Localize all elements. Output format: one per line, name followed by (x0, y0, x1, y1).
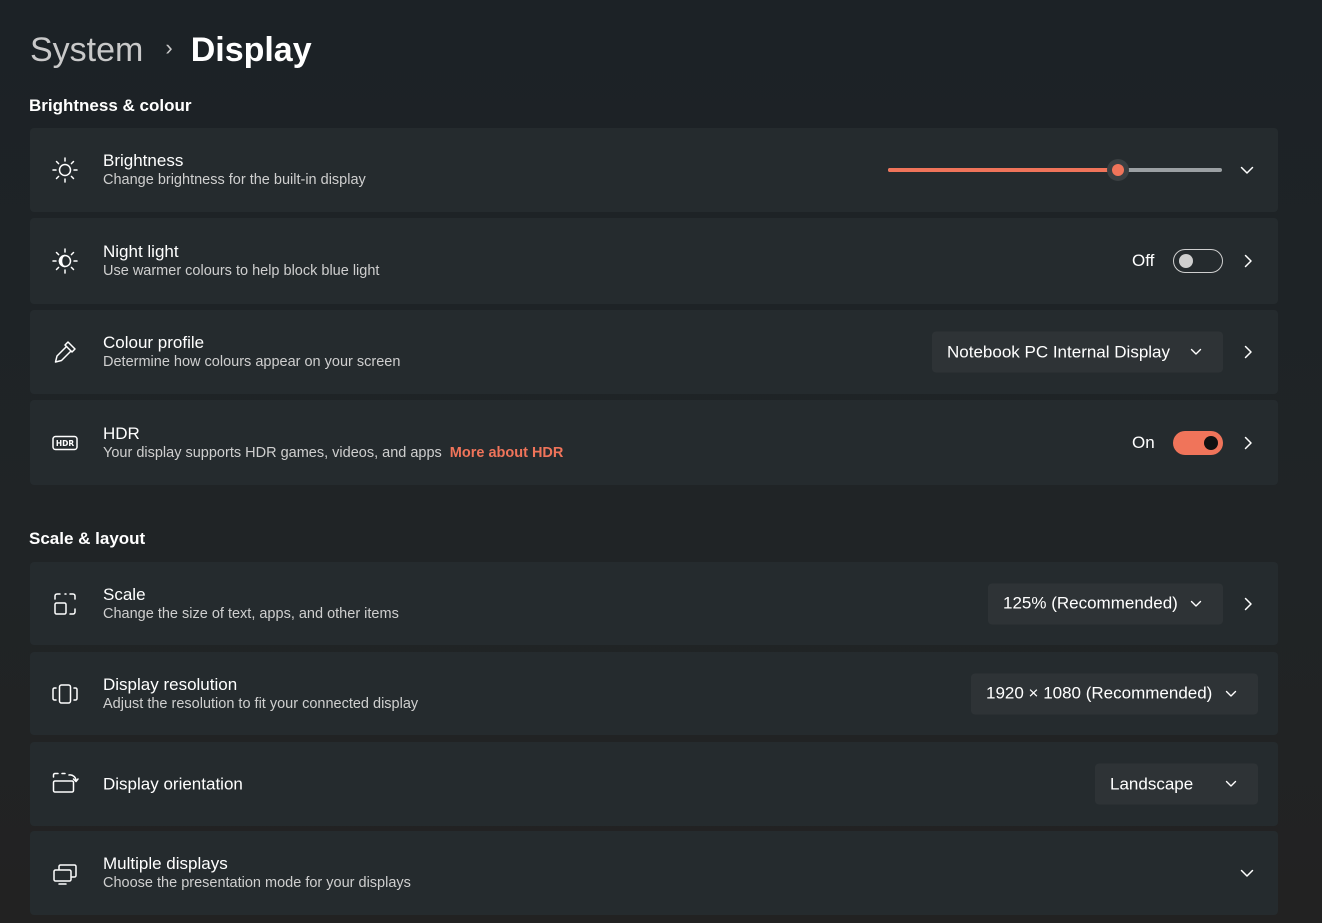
brightness-title: Brightness (103, 151, 184, 170)
section-title-brightness-colour: Brightness & colour (29, 96, 192, 115)
svg-text:HDR: HDR (56, 439, 75, 448)
brightness-slider[interactable] (888, 159, 1222, 181)
resolution-icon (50, 679, 80, 709)
scale-dropdown[interactable]: 125% (Recommended) (988, 583, 1223, 624)
night-light-description: Use warmer colours to help block blue li… (103, 263, 380, 279)
colour-profile-selected-value: Notebook PC Internal Display (947, 342, 1171, 361)
orientation-icon (50, 769, 80, 799)
chevron-down-icon (1189, 345, 1203, 359)
display-resolution-dropdown[interactable]: 1920 × 1080 (Recommended) (971, 673, 1258, 714)
hdr-card[interactable]: HDR HDR Your display supports HDR games,… (30, 400, 1278, 485)
eyedropper-icon (50, 337, 80, 367)
multiple-displays-description: Choose the presentation mode for your di… (103, 875, 411, 891)
night-light-title: Night light (103, 242, 179, 261)
brightness-card[interactable]: Brightness Change brightness for the bui… (30, 128, 1278, 212)
chevron-down-icon (1189, 596, 1203, 610)
display-orientation-card[interactable]: Display orientation Landscape (30, 742, 1278, 826)
breadcrumb-chevron-icon: › (165, 35, 173, 60)
chevron-down-icon (1224, 686, 1238, 700)
colour-profile-description: Determine how colours appear on your scr… (103, 354, 401, 370)
display-resolution-title: Display resolution (103, 674, 238, 694)
expand-chevron-down-icon[interactable] (1239, 865, 1255, 881)
brightness-description: Change brightness for the built-in displ… (103, 172, 366, 188)
section-title-scale-layout: Scale & layout (29, 529, 146, 548)
multiple-displays-title: Multiple displays (103, 854, 228, 873)
breadcrumb-system-link[interactable]: System (30, 31, 143, 70)
night-light-chevron-right-icon[interactable] (1240, 253, 1256, 269)
hdr-description: Your display supports HDR games, videos,… (103, 444, 442, 461)
colour-profile-title: Colour profile (103, 333, 205, 352)
scale-chevron-right-icon[interactable] (1240, 596, 1256, 612)
scale-description: Change the size of text, apps, and other… (103, 605, 399, 622)
hdr-state-label: On (1132, 432, 1155, 452)
breadcrumb: System › Display (30, 26, 312, 74)
display-resolution-description: Adjust the resolution to fit your connec… (103, 695, 419, 712)
toggle-knob (1204, 435, 1218, 450)
hdr-toggle[interactable] (1173, 430, 1223, 455)
page-title: Display (190, 30, 312, 69)
colour-profile-chevron-right-icon[interactable] (1240, 344, 1256, 360)
brightness-slider-fill (888, 168, 1119, 172)
display-orientation-dropdown[interactable]: Landscape (1095, 763, 1258, 805)
scale-card[interactable]: Scale Change the size of text, apps, and… (30, 562, 1278, 645)
colour-profile-dropdown[interactable]: Notebook PC Internal Display (932, 331, 1223, 373)
display-resolution-selected-value: 1920 × 1080 (Recommended) (986, 683, 1213, 703)
more-about-hdr-link[interactable]: More about HDR (450, 445, 564, 461)
scale-icon (50, 589, 80, 619)
expand-chevron-down-icon[interactable] (1239, 162, 1255, 178)
display-orientation-title: Display orientation (103, 774, 243, 794)
brightness-slider-thumb[interactable] (1107, 159, 1130, 181)
multiple-displays-icon (50, 858, 80, 888)
toggle-knob (1179, 254, 1193, 268)
display-resolution-card[interactable]: Display resolution Adjust the resolution… (30, 652, 1278, 735)
sun-icon (50, 155, 80, 185)
scale-title: Scale (103, 584, 146, 604)
multiple-displays-card[interactable]: Multiple displays Choose the presentatio… (30, 831, 1278, 915)
night-light-toggle[interactable] (1173, 249, 1223, 273)
night-light-card[interactable]: Night light Use warmer colours to help b… (30, 218, 1278, 304)
hdr-icon: HDR (50, 428, 80, 458)
display-orientation-selected-value: Landscape (1110, 774, 1194, 793)
colour-profile-card[interactable]: Colour profile Determine how colours app… (30, 310, 1278, 394)
hdr-chevron-right-icon[interactable] (1240, 435, 1256, 451)
hdr-title: HDR (103, 423, 140, 443)
chevron-down-icon (1224, 777, 1238, 791)
night-light-icon (50, 246, 80, 276)
night-light-state-label: Off (1132, 251, 1155, 270)
scale-selected-value: 125% (Recommended) (1003, 593, 1178, 613)
